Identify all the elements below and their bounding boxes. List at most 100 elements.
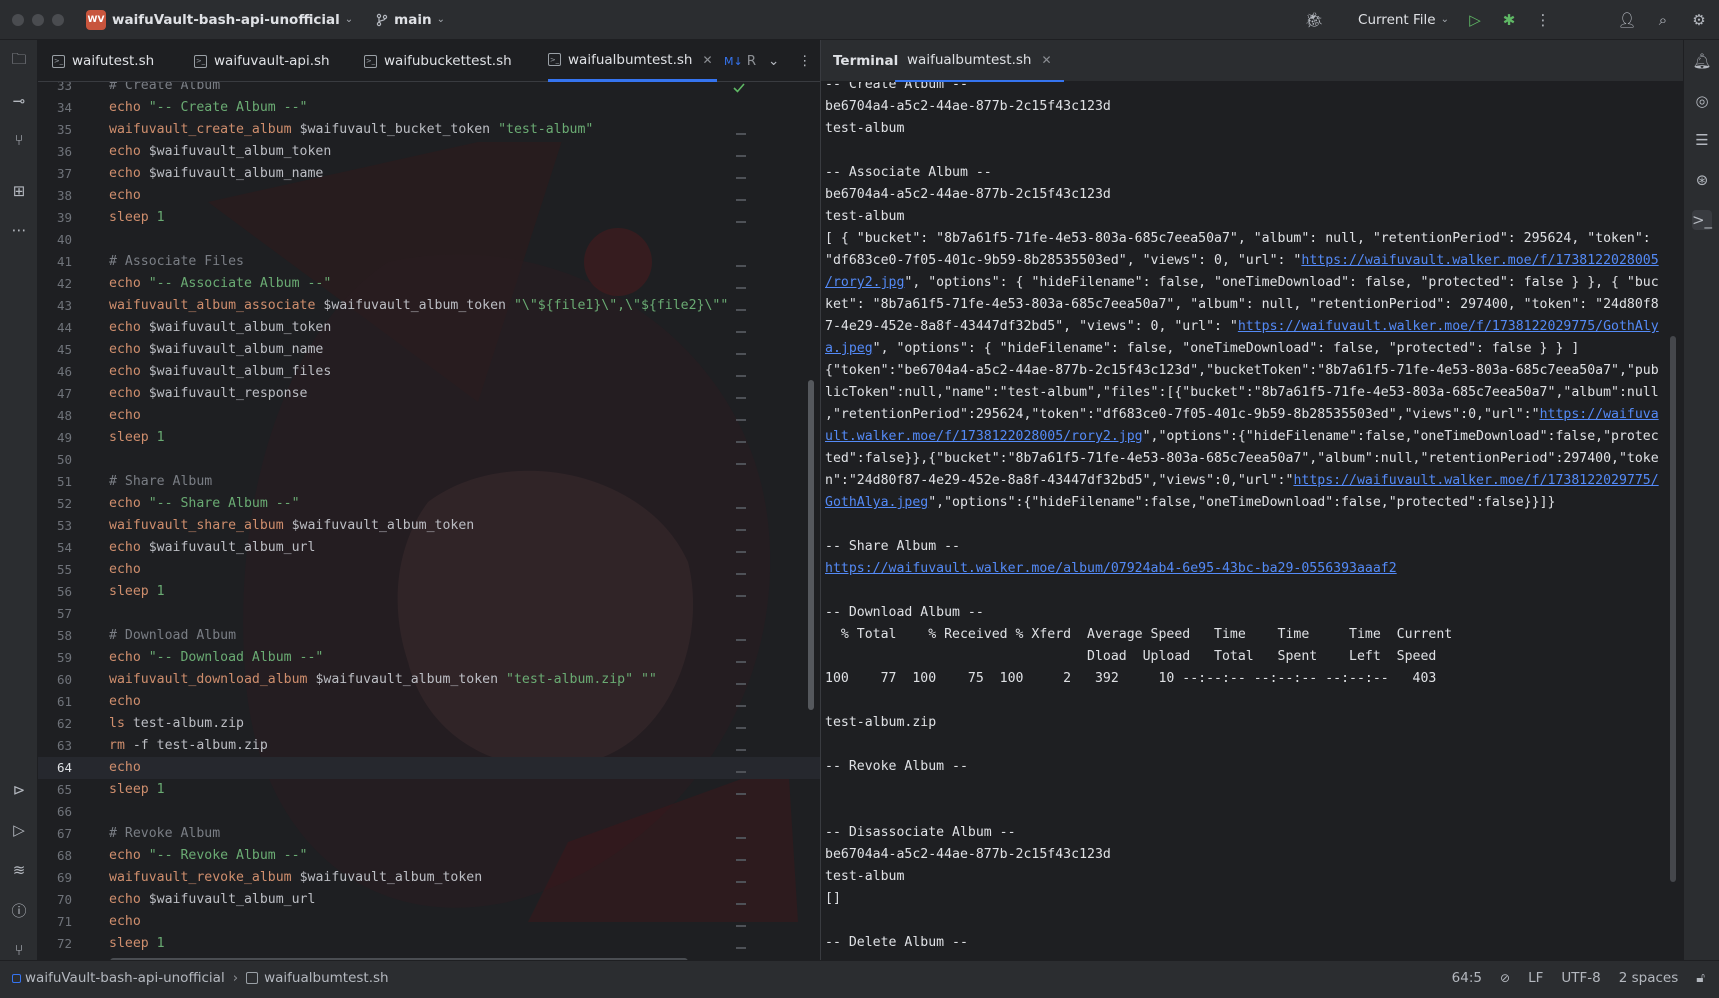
change-marker[interactable] [736, 353, 746, 355]
code-line[interactable]: 33 # Create Album [38, 82, 820, 97]
code-line[interactable]: 36 echo $waifuvault_album_token [38, 141, 820, 163]
terminal-link[interactable]: ult.walker.moe/f/1738122028005/rory2.jpg [825, 429, 1143, 444]
change-marker[interactable] [736, 419, 746, 421]
problems-icon[interactable]: ⓘ [9, 900, 29, 920]
code-line[interactable]: 52 echo "-- Share Album --" [38, 493, 820, 515]
change-marker[interactable] [736, 903, 746, 905]
change-marker[interactable] [736, 133, 746, 135]
services-icon[interactable]: ⊳ [9, 780, 29, 800]
line-ending[interactable]: LF [1528, 970, 1543, 986]
pull-requests-icon[interactable]: ⑂ [9, 130, 29, 150]
change-marker[interactable] [736, 507, 746, 509]
tab-waifualbumtest[interactable]: >_ waifualbumtest.sh ✕ [548, 40, 717, 82]
terminal-link[interactable]: GothAlya.jpeg [825, 495, 928, 510]
code-line[interactable]: 54 echo $waifuvault_album_url [38, 537, 820, 559]
terminal-link[interactable]: https://waifuva [1540, 407, 1659, 422]
close-tab-icon[interactable]: ✕ [702, 53, 712, 67]
project-folder-icon[interactable]: 🗀 [9, 50, 29, 71]
code-line[interactable]: 45 echo $waifuvault_album_name [38, 339, 820, 361]
change-marker[interactable] [736, 925, 746, 927]
tab-waifuvault-api[interactable]: >_ waifuvault-api.sh [194, 40, 330, 82]
code-line[interactable]: 49 sleep 1 [38, 427, 820, 449]
notifications-bell-icon[interactable]: 🔔︎ [1692, 51, 1712, 71]
change-marker[interactable] [736, 771, 746, 773]
change-marker[interactable] [736, 529, 746, 531]
tab-terminal-session[interactable]: waifualbumtest.sh ✕ [895, 40, 1064, 82]
debug-icon[interactable]: ✱ [1499, 10, 1519, 30]
change-marker[interactable] [736, 265, 746, 267]
code-line[interactable]: 50 [38, 449, 820, 471]
code-line[interactable]: 57 [38, 603, 820, 625]
run-icon[interactable]: ▷ [1465, 10, 1485, 30]
code-line[interactable]: 37 echo $waifuvault_album_name [38, 163, 820, 185]
change-marker[interactable] [736, 199, 746, 201]
code-line[interactable]: 58 # Download Album [38, 625, 820, 647]
code-line[interactable]: 46 echo $waifuvault_album_files [38, 361, 820, 383]
code-line[interactable]: 68 echo "-- Revoke Album --" [38, 845, 820, 867]
file-encoding[interactable]: UTF-8 [1561, 970, 1600, 986]
terminal-link[interactable]: /rory2.jpg [825, 275, 904, 290]
code-line[interactable]: 64 echo [38, 757, 820, 779]
caret-position[interactable]: 64:5 [1452, 970, 1482, 986]
code-line[interactable]: 47 echo $waifuvault_response [38, 383, 820, 405]
editor-vertical-scrollbar[interactable] [808, 380, 814, 710]
change-marker[interactable] [736, 661, 746, 663]
terminal-link[interactable]: https://waifuvault.walker.moe/f/17381220… [1238, 319, 1659, 334]
minimize-window-button[interactable] [32, 13, 44, 26]
close-tab-icon[interactable]: ✕ [1041, 53, 1051, 67]
breadcrumb-file[interactable]: waifualbumtest.sh [264, 970, 388, 986]
change-marker[interactable] [736, 683, 746, 685]
terminal-icon[interactable]: >_ [1692, 210, 1712, 230]
project-selector[interactable]: WV waifuVault-bash-api-unofficial ⌄ [86, 9, 353, 30]
code-line[interactable]: 60 waifuvault_download_album $waifuvault_… [38, 669, 820, 691]
change-marker[interactable] [736, 727, 746, 729]
change-marker[interactable] [736, 749, 746, 751]
code-line[interactable]: 59 echo "-- Download Album --" [38, 647, 820, 669]
code-line[interactable]: 44 echo $waifuvault_album_token [38, 317, 820, 339]
structure-icon[interactable]: ⊞ [9, 181, 29, 201]
code-line[interactable]: 43 waifuvault_album_associate $waifuvault… [38, 295, 820, 317]
commit-icon[interactable]: ⊸ [9, 91, 29, 111]
tab-readme[interactable]: M↓ R [724, 40, 756, 82]
change-marker[interactable] [736, 551, 746, 553]
tab-waifubuckettest[interactable]: >_ waifubuckettest.sh [364, 40, 512, 82]
change-marker[interactable] [736, 837, 746, 839]
code-line[interactable]: 48 echo [38, 405, 820, 427]
terminal-link[interactable]: a.jpeg [825, 341, 873, 356]
code-line[interactable]: 70 echo $waifuvault_album_url [38, 889, 820, 911]
database-icon[interactable]: ☰ [1692, 130, 1712, 150]
change-marker[interactable] [736, 881, 746, 883]
branch-selector[interactable]: main ⌄ [375, 12, 445, 28]
code-line[interactable]: 65 sleep 1 [38, 779, 820, 801]
change-marker[interactable] [736, 331, 746, 333]
code-line[interactable]: 51 # Share Album [38, 471, 820, 493]
code-line[interactable]: 56 sleep 1 [38, 581, 820, 603]
zoom-window-button[interactable] [52, 13, 64, 26]
code-line[interactable]: 63 rm -f test-album.zip [38, 735, 820, 757]
code-line[interactable]: 34 echo "-- Create Album --" [38, 97, 820, 119]
change-marker[interactable] [736, 221, 746, 223]
change-marker[interactable] [736, 309, 746, 311]
add-user-icon[interactable]: 👤︎ [1617, 10, 1637, 30]
terminal-output[interactable]: -- Create Album -- be6704a4-a5c2-44ae-877… [821, 82, 1683, 960]
indent-setting[interactable]: 2 spaces [1619, 970, 1679, 986]
more-horizontal-icon[interactable]: ⋯ [9, 220, 29, 240]
code-line[interactable]: 35 waifuvault_create_album $waifuvault_bu… [38, 119, 820, 141]
run-config-selector[interactable]: Current File ⌄ [1358, 12, 1449, 28]
tab-waifutest[interactable]: >_ waifutest.sh [52, 40, 154, 82]
terminal-link[interactable]: https://waifuvault.walker.moe/f/17381220… [1293, 473, 1658, 488]
change-marker[interactable] [736, 441, 746, 443]
change-marker[interactable] [736, 155, 746, 157]
python-console-icon[interactable]: ⊛ [1692, 170, 1712, 190]
tabs-dropdown-chevron-icon[interactable]: ⌄ [768, 40, 779, 82]
code-line[interactable]: 38 echo [38, 185, 820, 207]
code-line[interactable]: 67 # Revoke Album [38, 823, 820, 845]
debug-bug-icon[interactable]: 🐞︎ [1304, 10, 1324, 30]
change-marker[interactable] [736, 595, 746, 597]
change-marker[interactable] [736, 793, 746, 795]
settings-gear-icon[interactable]: ⚙ [1689, 10, 1709, 30]
code-line[interactable]: 40 [38, 229, 820, 251]
change-marker[interactable] [736, 639, 746, 641]
terminal-link[interactable]: https://waifuvault.walker.moe/album/0792… [825, 561, 1397, 576]
code-line[interactable]: 39 sleep 1 [38, 207, 820, 229]
